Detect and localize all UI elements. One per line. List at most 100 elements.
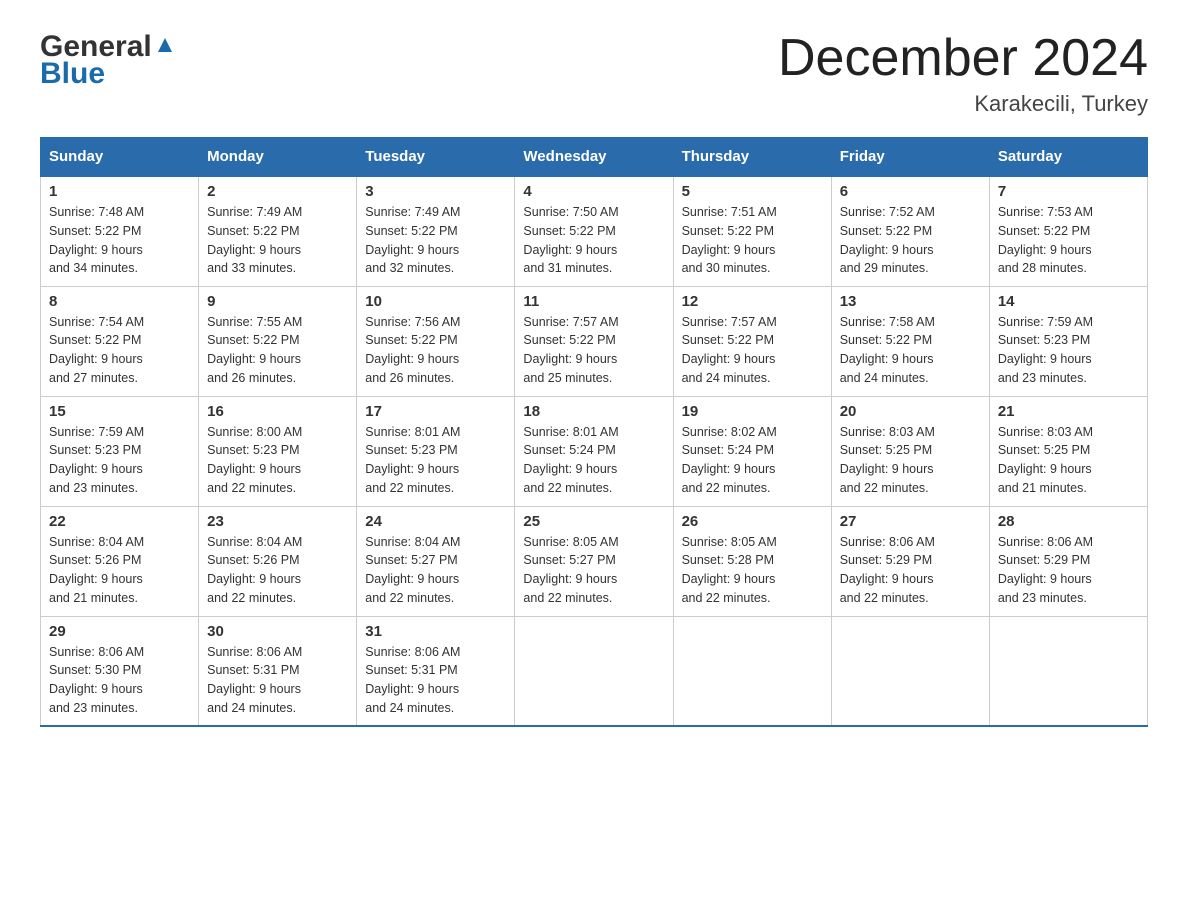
day-number: 4 (523, 183, 664, 200)
day-number: 20 (840, 403, 981, 420)
day-number: 12 (682, 293, 823, 310)
calendar-cell: 5 Sunrise: 7:51 AM Sunset: 5:22 PM Dayli… (673, 176, 831, 286)
week-row-4: 22 Sunrise: 8:04 AM Sunset: 5:26 PM Dayl… (41, 506, 1148, 616)
day-number: 9 (207, 293, 348, 310)
week-row-5: 29 Sunrise: 8:06 AM Sunset: 5:30 PM Dayl… (41, 616, 1148, 726)
calendar-cell: 14 Sunrise: 7:59 AM Sunset: 5:23 PM Dayl… (989, 286, 1147, 396)
header-thursday: Thursday (673, 138, 831, 177)
header-sunday: Sunday (41, 138, 199, 177)
calendar-cell: 22 Sunrise: 8:04 AM Sunset: 5:26 PM Dayl… (41, 506, 199, 616)
day-number: 17 (365, 403, 506, 420)
day-number: 29 (49, 623, 190, 640)
week-row-3: 15 Sunrise: 7:59 AM Sunset: 5:23 PM Dayl… (41, 396, 1148, 506)
calendar-cell: 31 Sunrise: 8:06 AM Sunset: 5:31 PM Dayl… (357, 616, 515, 726)
day-number: 5 (682, 183, 823, 200)
day-number: 15 (49, 403, 190, 420)
calendar-cell: 11 Sunrise: 7:57 AM Sunset: 5:22 PM Dayl… (515, 286, 673, 396)
header-wednesday: Wednesday (515, 138, 673, 177)
day-number: 21 (998, 403, 1139, 420)
day-info: Sunrise: 7:55 AM Sunset: 5:22 PM Dayligh… (207, 315, 302, 385)
calendar-cell: 24 Sunrise: 8:04 AM Sunset: 5:27 PM Dayl… (357, 506, 515, 616)
calendar-cell: 7 Sunrise: 7:53 AM Sunset: 5:22 PM Dayli… (989, 176, 1147, 286)
day-number: 22 (49, 513, 190, 530)
calendar-cell: 6 Sunrise: 7:52 AM Sunset: 5:22 PM Dayli… (831, 176, 989, 286)
calendar-cell: 29 Sunrise: 8:06 AM Sunset: 5:30 PM Dayl… (41, 616, 199, 726)
day-info: Sunrise: 8:04 AM Sunset: 5:27 PM Dayligh… (365, 535, 460, 605)
calendar-cell: 16 Sunrise: 8:00 AM Sunset: 5:23 PM Dayl… (199, 396, 357, 506)
calendar-cell: 1 Sunrise: 7:48 AM Sunset: 5:22 PM Dayli… (41, 176, 199, 286)
day-info: Sunrise: 7:54 AM Sunset: 5:22 PM Dayligh… (49, 315, 144, 385)
day-info: Sunrise: 8:00 AM Sunset: 5:23 PM Dayligh… (207, 425, 302, 495)
calendar-cell: 4 Sunrise: 7:50 AM Sunset: 5:22 PM Dayli… (515, 176, 673, 286)
calendar-table: SundayMondayTuesdayWednesdayThursdayFrid… (40, 137, 1148, 727)
day-info: Sunrise: 7:49 AM Sunset: 5:22 PM Dayligh… (207, 205, 302, 275)
day-info: Sunrise: 8:03 AM Sunset: 5:25 PM Dayligh… (840, 425, 935, 495)
day-info: Sunrise: 7:48 AM Sunset: 5:22 PM Dayligh… (49, 205, 144, 275)
day-info: Sunrise: 7:57 AM Sunset: 5:22 PM Dayligh… (682, 315, 777, 385)
day-number: 25 (523, 513, 664, 530)
header-monday: Monday (199, 138, 357, 177)
logo-blue: Blue (40, 57, 176, 90)
day-number: 6 (840, 183, 981, 200)
header-friday: Friday (831, 138, 989, 177)
calendar-cell: 17 Sunrise: 8:01 AM Sunset: 5:23 PM Dayl… (357, 396, 515, 506)
day-info: Sunrise: 8:03 AM Sunset: 5:25 PM Dayligh… (998, 425, 1093, 495)
calendar-cell: 2 Sunrise: 7:49 AM Sunset: 5:22 PM Dayli… (199, 176, 357, 286)
day-info: Sunrise: 8:06 AM Sunset: 5:29 PM Dayligh… (998, 535, 1093, 605)
day-number: 13 (840, 293, 981, 310)
day-number: 23 (207, 513, 348, 530)
day-number: 26 (682, 513, 823, 530)
day-number: 10 (365, 293, 506, 310)
day-info: Sunrise: 8:06 AM Sunset: 5:29 PM Dayligh… (840, 535, 935, 605)
day-info: Sunrise: 7:59 AM Sunset: 5:23 PM Dayligh… (998, 315, 1093, 385)
day-info: Sunrise: 7:53 AM Sunset: 5:22 PM Dayligh… (998, 205, 1093, 275)
day-number: 18 (523, 403, 664, 420)
calendar-cell (673, 616, 831, 726)
day-info: Sunrise: 8:01 AM Sunset: 5:24 PM Dayligh… (523, 425, 618, 495)
calendar-cell: 10 Sunrise: 7:56 AM Sunset: 5:22 PM Dayl… (357, 286, 515, 396)
header-saturday: Saturday (989, 138, 1147, 177)
day-info: Sunrise: 8:06 AM Sunset: 5:31 PM Dayligh… (207, 645, 302, 715)
header-tuesday: Tuesday (357, 138, 515, 177)
calendar-cell: 19 Sunrise: 8:02 AM Sunset: 5:24 PM Dayl… (673, 396, 831, 506)
day-number: 14 (998, 293, 1139, 310)
header-row: SundayMondayTuesdayWednesdayThursdayFrid… (41, 138, 1148, 177)
page-header: General Blue December 2024 Karakecili, T… (40, 30, 1148, 117)
day-number: 27 (840, 513, 981, 530)
day-number: 19 (682, 403, 823, 420)
logo: General Blue (40, 30, 176, 90)
calendar-cell: 9 Sunrise: 7:55 AM Sunset: 5:22 PM Dayli… (199, 286, 357, 396)
day-info: Sunrise: 8:04 AM Sunset: 5:26 PM Dayligh… (49, 535, 144, 605)
day-info: Sunrise: 8:04 AM Sunset: 5:26 PM Dayligh… (207, 535, 302, 605)
day-info: Sunrise: 8:01 AM Sunset: 5:23 PM Dayligh… (365, 425, 460, 495)
day-info: Sunrise: 7:50 AM Sunset: 5:22 PM Dayligh… (523, 205, 618, 275)
calendar-cell: 30 Sunrise: 8:06 AM Sunset: 5:31 PM Dayl… (199, 616, 357, 726)
calendar-cell (989, 616, 1147, 726)
day-number: 31 (365, 623, 506, 640)
title-area: December 2024 Karakecili, Turkey (778, 30, 1148, 117)
calendar-cell: 26 Sunrise: 8:05 AM Sunset: 5:28 PM Dayl… (673, 506, 831, 616)
calendar-cell: 21 Sunrise: 8:03 AM Sunset: 5:25 PM Dayl… (989, 396, 1147, 506)
day-info: Sunrise: 8:06 AM Sunset: 5:31 PM Dayligh… (365, 645, 460, 715)
location-title: Karakecili, Turkey (778, 91, 1148, 117)
day-info: Sunrise: 8:06 AM Sunset: 5:30 PM Dayligh… (49, 645, 144, 715)
day-number: 8 (49, 293, 190, 310)
calendar-cell: 3 Sunrise: 7:49 AM Sunset: 5:22 PM Dayli… (357, 176, 515, 286)
day-number: 16 (207, 403, 348, 420)
calendar-cell (831, 616, 989, 726)
calendar-cell: 13 Sunrise: 7:58 AM Sunset: 5:22 PM Dayl… (831, 286, 989, 396)
day-info: Sunrise: 7:52 AM Sunset: 5:22 PM Dayligh… (840, 205, 935, 275)
day-number: 2 (207, 183, 348, 200)
day-number: 7 (998, 183, 1139, 200)
day-number: 24 (365, 513, 506, 530)
day-number: 30 (207, 623, 348, 640)
calendar-cell: 23 Sunrise: 8:04 AM Sunset: 5:26 PM Dayl… (199, 506, 357, 616)
day-info: Sunrise: 7:51 AM Sunset: 5:22 PM Dayligh… (682, 205, 777, 275)
calendar-cell: 15 Sunrise: 7:59 AM Sunset: 5:23 PM Dayl… (41, 396, 199, 506)
day-info: Sunrise: 8:05 AM Sunset: 5:28 PM Dayligh… (682, 535, 777, 605)
calendar-cell (515, 616, 673, 726)
day-number: 1 (49, 183, 190, 200)
day-info: Sunrise: 7:49 AM Sunset: 5:22 PM Dayligh… (365, 205, 460, 275)
day-number: 11 (523, 293, 664, 310)
day-info: Sunrise: 8:05 AM Sunset: 5:27 PM Dayligh… (523, 535, 618, 605)
